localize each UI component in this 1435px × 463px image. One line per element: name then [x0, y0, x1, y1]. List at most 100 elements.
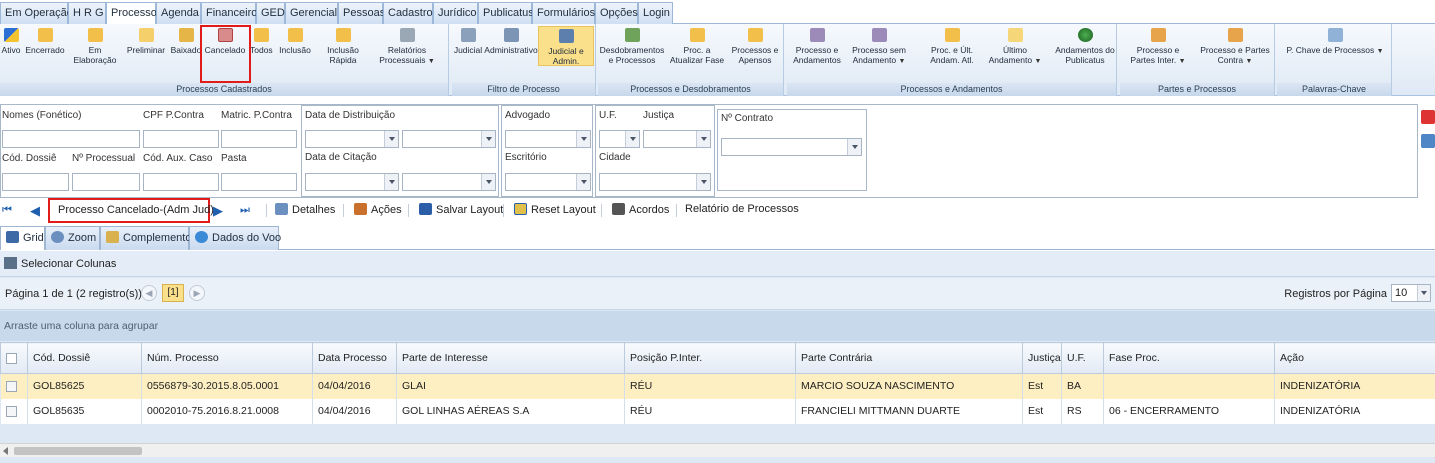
advogado-select[interactable]	[505, 130, 591, 148]
tab-grid[interactable]: Grid	[0, 226, 45, 250]
table-row[interactable]: GOL85625 0556879-30.2015.8.05.0001 04/04…	[0, 373, 1435, 399]
ribbon-btn-judicial-admin[interactable]: Judicial e Admin.	[538, 26, 594, 66]
menu-tab-opcoes[interactable]: Opções	[595, 2, 638, 24]
ribbon-btn-chave-processos[interactable]: P. Chave de Processos ▼	[1285, 28, 1385, 57]
ribbon-btn-administrativo[interactable]: Administrativo	[483, 28, 539, 55]
search-filter-icon[interactable]	[1421, 134, 1435, 148]
ribbon-btn-label: P. Chave de Processos	[1286, 45, 1375, 55]
ribbon-btn-relatorios-processuais[interactable]: Relatórios Processuais ▼	[372, 28, 442, 67]
per-page-label: Registros por Página	[1284, 288, 1387, 300]
chevron-down-icon: ▼	[1376, 48, 1384, 55]
select-all-checkbox[interactable]	[0, 342, 28, 374]
tab-dados-do-voo[interactable]: Dados do Voo	[189, 226, 281, 250]
folder-lightning-icon	[335, 28, 351, 42]
cod-aux-input[interactable]	[143, 173, 219, 191]
pasta-input[interactable]	[221, 173, 297, 191]
menu-tab-em-operacao[interactable]: Em Operação	[0, 2, 73, 24]
ribbon-btn-inclusao-rapida[interactable]: Inclusão Rápida	[318, 28, 368, 65]
contrato-select[interactable]	[721, 138, 862, 156]
table-row[interactable]: GOL85635 0002010-75.2016.8.21.0008 04/04…	[0, 398, 1435, 424]
ribbon-btn-ultimo-andam-atl[interactable]: Proc. e Últ. Andam. Atl.	[923, 28, 981, 65]
ribbon-btn-judicial[interactable]: Judicial	[452, 28, 484, 55]
ribbon-btn-todos[interactable]: Todos	[250, 28, 273, 55]
scroll-left-icon[interactable]	[3, 447, 8, 455]
data-distribuicao-to-select[interactable]	[402, 130, 496, 148]
col-header[interactable]: Núm. Processo	[141, 342, 313, 374]
row-checkbox[interactable]	[0, 373, 28, 399]
col-header[interactable]: Parte de Interesse	[396, 342, 625, 374]
menu-tab-login[interactable]: Login	[638, 2, 673, 24]
tab-complemento[interactable]: Complemento	[100, 226, 191, 250]
menu-tab-financeiro[interactable]: Financeiro	[201, 2, 257, 24]
escritorio-select[interactable]	[505, 173, 591, 191]
relatorio-processos-button[interactable]: Relatório de Processos	[685, 203, 799, 215]
detalhes-button[interactable]: Detalhes	[275, 203, 335, 216]
ribbon-btn-desdobramentos-processos[interactable]: Desdobramentos e Processos	[599, 28, 665, 65]
reset-layout-button[interactable]: Reset Layout	[514, 203, 596, 216]
data-distribuicao-from-select[interactable]	[305, 130, 399, 148]
menu-tab-gerencial[interactable]: Gerencial	[285, 2, 338, 24]
ribbon-btn-baixado[interactable]: Baixado	[169, 28, 203, 55]
ribbon-group-caption: Processos e Desdobramentos	[598, 83, 783, 96]
menu-tab-formularios[interactable]: Formulários	[532, 2, 595, 24]
ribbon-btn-ativo[interactable]: Ativo	[0, 28, 22, 55]
horizontal-scrollbar[interactable]	[0, 443, 1435, 457]
salvar-layout-button[interactable]: Salvar Layout	[419, 203, 503, 216]
cidade-select[interactable]	[599, 173, 711, 191]
cod-dossie-input[interactable]	[2, 173, 69, 191]
select-columns-button[interactable]: Selecionar Colunas	[0, 251, 1435, 277]
ribbon-btn-em-elaboracao[interactable]: Em Elaboração	[70, 28, 120, 65]
per-page-select[interactable]: 10	[1391, 284, 1431, 302]
col-header[interactable]: Parte Contrária	[795, 342, 1023, 374]
menu-tab-ged[interactable]: GED	[256, 2, 285, 24]
ribbon-btn-partes-contra[interactable]: Processo e Partes Contra ▼	[1198, 28, 1272, 67]
ribbon-btn-processos-apensos[interactable]: Processos e Apensos	[729, 28, 781, 65]
data-citacao-from-select[interactable]	[305, 173, 399, 191]
col-header[interactable]: Ação	[1274, 342, 1435, 374]
ribbon-btn-ultimo-andamento[interactable]: Último Andamento ▼	[985, 28, 1045, 67]
ribbon-btn-processo-sem-andamento[interactable]: Processo sem Andamento ▼	[847, 28, 911, 67]
scroll-thumb[interactable]	[14, 447, 142, 455]
next-record-icon[interactable]: ▶	[213, 203, 223, 219]
justica-select[interactable]	[643, 130, 711, 148]
ribbon-btn-label: Processos e Apensos	[731, 45, 779, 65]
col-header[interactable]: Cód. Dossiê	[27, 342, 142, 374]
row-checkbox[interactable]	[0, 398, 28, 424]
menu-tab-pessoas[interactable]: Pessoas	[338, 2, 385, 24]
menu-tab-agenda[interactable]: Agenda	[156, 2, 201, 24]
current-page[interactable]: [1]	[162, 284, 184, 302]
next-page-icon[interactable]: ▶	[189, 285, 205, 301]
menu-tab-hrg[interactable]: H R G	[68, 2, 106, 24]
uf-select[interactable]	[599, 130, 640, 148]
nomes-input[interactable]	[2, 130, 140, 148]
menu-tab-publicatus[interactable]: Publicatus	[478, 2, 534, 24]
col-header[interactable]: Fase Proc.	[1103, 342, 1275, 374]
tab-zoom[interactable]: Zoom	[45, 226, 100, 250]
last-record-icon[interactable]: ⏭	[240, 204, 250, 217]
ribbon-btn-processo-andamentos[interactable]: Processo e Andamentos	[789, 28, 845, 65]
matric-input[interactable]	[221, 130, 297, 148]
data-citacao-to-select[interactable]	[402, 173, 496, 191]
ribbon-btn-inclusao[interactable]: Inclusão	[278, 28, 312, 55]
cpf-input[interactable]	[143, 130, 219, 148]
clear-filter-icon[interactable]	[1421, 110, 1435, 124]
col-header[interactable]: U.F.	[1061, 342, 1104, 374]
group-by-area[interactable]: Arraste uma coluna para agrupar	[0, 311, 1435, 341]
menu-tab-cadastro[interactable]: Cadastro	[383, 2, 433, 24]
ribbon-btn-atualizar-fase[interactable]: Proc. a Atualizar Fase	[667, 28, 727, 65]
menu-tab-juridico[interactable]: Jurídico	[433, 2, 478, 24]
menu-tab-processo[interactable]: Processo	[106, 2, 157, 25]
acoes-button[interactable]: Ações	[354, 203, 402, 216]
prev-page-icon[interactable]: ◀	[141, 285, 157, 301]
acordos-button[interactable]: Acordos	[612, 203, 669, 216]
ribbon-btn-preliminar[interactable]: Preliminar	[124, 28, 168, 55]
col-header[interactable]: Posição P.Inter.	[624, 342, 796, 374]
first-record-icon[interactable]: ⏮	[2, 204, 12, 217]
prev-record-icon[interactable]: ◀	[30, 203, 40, 219]
ribbon-btn-encerrado[interactable]: Encerrado	[24, 28, 66, 55]
ribbon-btn-andamentos-publicatus[interactable]: Andamentos do Publicatus	[1055, 28, 1115, 65]
ribbon-btn-partes-inter[interactable]: Processo e Partes Inter. ▼	[1124, 28, 1192, 67]
num-processual-input[interactable]	[72, 173, 140, 191]
col-header[interactable]: Justiça	[1022, 342, 1062, 374]
col-header[interactable]: Data Processo	[312, 342, 397, 374]
